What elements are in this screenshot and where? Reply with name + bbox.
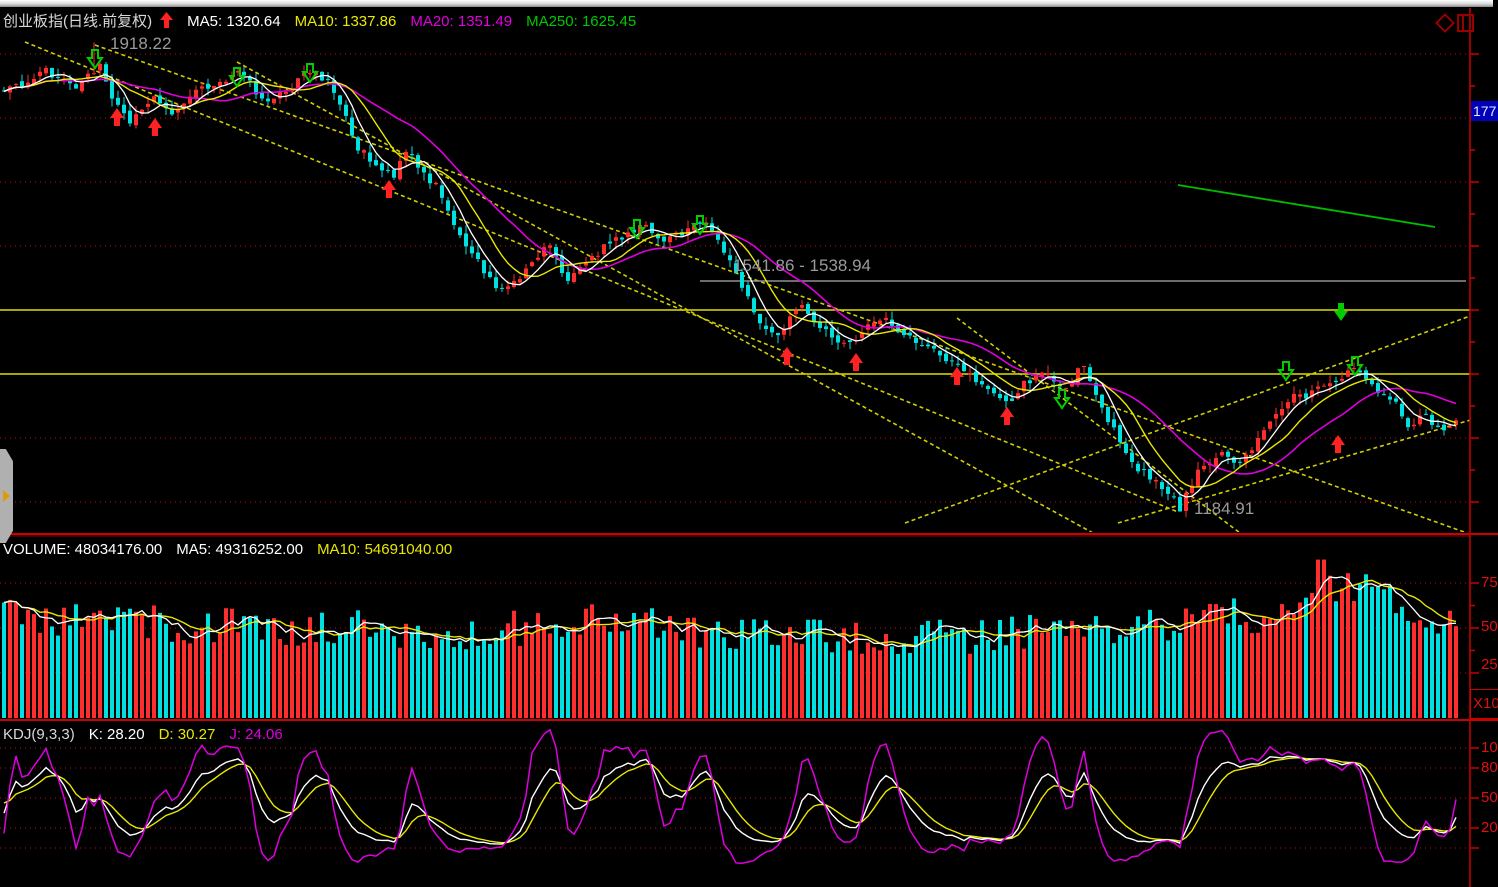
split-window-icon[interactable] xyxy=(1457,14,1474,32)
kdj-pane xyxy=(0,730,1470,864)
volume-value: VOLUME: 48034176.00 xyxy=(3,541,162,558)
volume-ma10-value: MA10: 54691040.00 xyxy=(317,541,452,558)
high-price-marker: 1918.22 xyxy=(110,34,171,54)
chart-canvas[interactable] xyxy=(0,0,1498,887)
volume-axis-label-1: 7500 xyxy=(1481,574,1497,591)
kdj-d-value: D: 30.27 xyxy=(159,726,216,743)
kdj-k-value: K: 28.20 xyxy=(89,726,145,743)
kdj-pane-header: KDJ(9,3,3) K: 28.20 D: 30.27 J: 24.06 xyxy=(3,726,297,743)
ma250-value: MA250: 1625.45 xyxy=(526,13,636,30)
gap-range-marker: 1541.86 - 1538.94 xyxy=(733,256,871,276)
sidebar-expander-tab[interactable] xyxy=(0,449,13,543)
ma10-value: MA10: 1337.86 xyxy=(295,13,397,30)
kdj-title: KDJ(9,3,3) xyxy=(3,726,75,743)
volume-unit-label: X10 xyxy=(1470,689,1498,719)
low-price-marker: 1184.91 xyxy=(1194,499,1254,519)
kdj-axis-label-50: 50 xyxy=(1481,789,1497,806)
main-price-pane xyxy=(0,42,1498,533)
volume-axis-label-3: 2500 xyxy=(1481,656,1497,673)
axis-price-highlight: 177 xyxy=(1471,101,1498,121)
kdj-j-value: J: 24.06 xyxy=(229,726,282,743)
volume-pane xyxy=(0,560,1470,718)
volume-axis-label-2: 5000 xyxy=(1481,618,1497,635)
volume-ma5-value: MA5: 49316252.00 xyxy=(176,541,303,558)
main-chart-header: 创业板指(日线.前复权) MA5: 1320.64 MA10: 1337.86 MA2… xyxy=(3,10,650,32)
ma20-value: MA20: 1351.49 xyxy=(410,13,512,30)
ma5-value: MA5: 1320.64 xyxy=(187,13,280,30)
kdj-axis-label-80: 80 xyxy=(1481,759,1497,776)
chart-application: 创业板指(日线.前复权) MA5: 1320.64 MA10: 1337.86 MA2… xyxy=(0,0,1498,887)
kdj-axis-label-100: 100 xyxy=(1481,739,1497,756)
volume-pane-header: VOLUME: 48034176.00 MA5: 49316252.00 MA10:… xyxy=(3,541,466,558)
toolbar-bottom-strip xyxy=(0,0,1493,7)
kdj-axis-label-20: 20 xyxy=(1481,819,1497,836)
red-up-arrow-icon xyxy=(160,12,173,32)
symbol-title: 创业板指(日线.前复权) xyxy=(3,13,152,30)
